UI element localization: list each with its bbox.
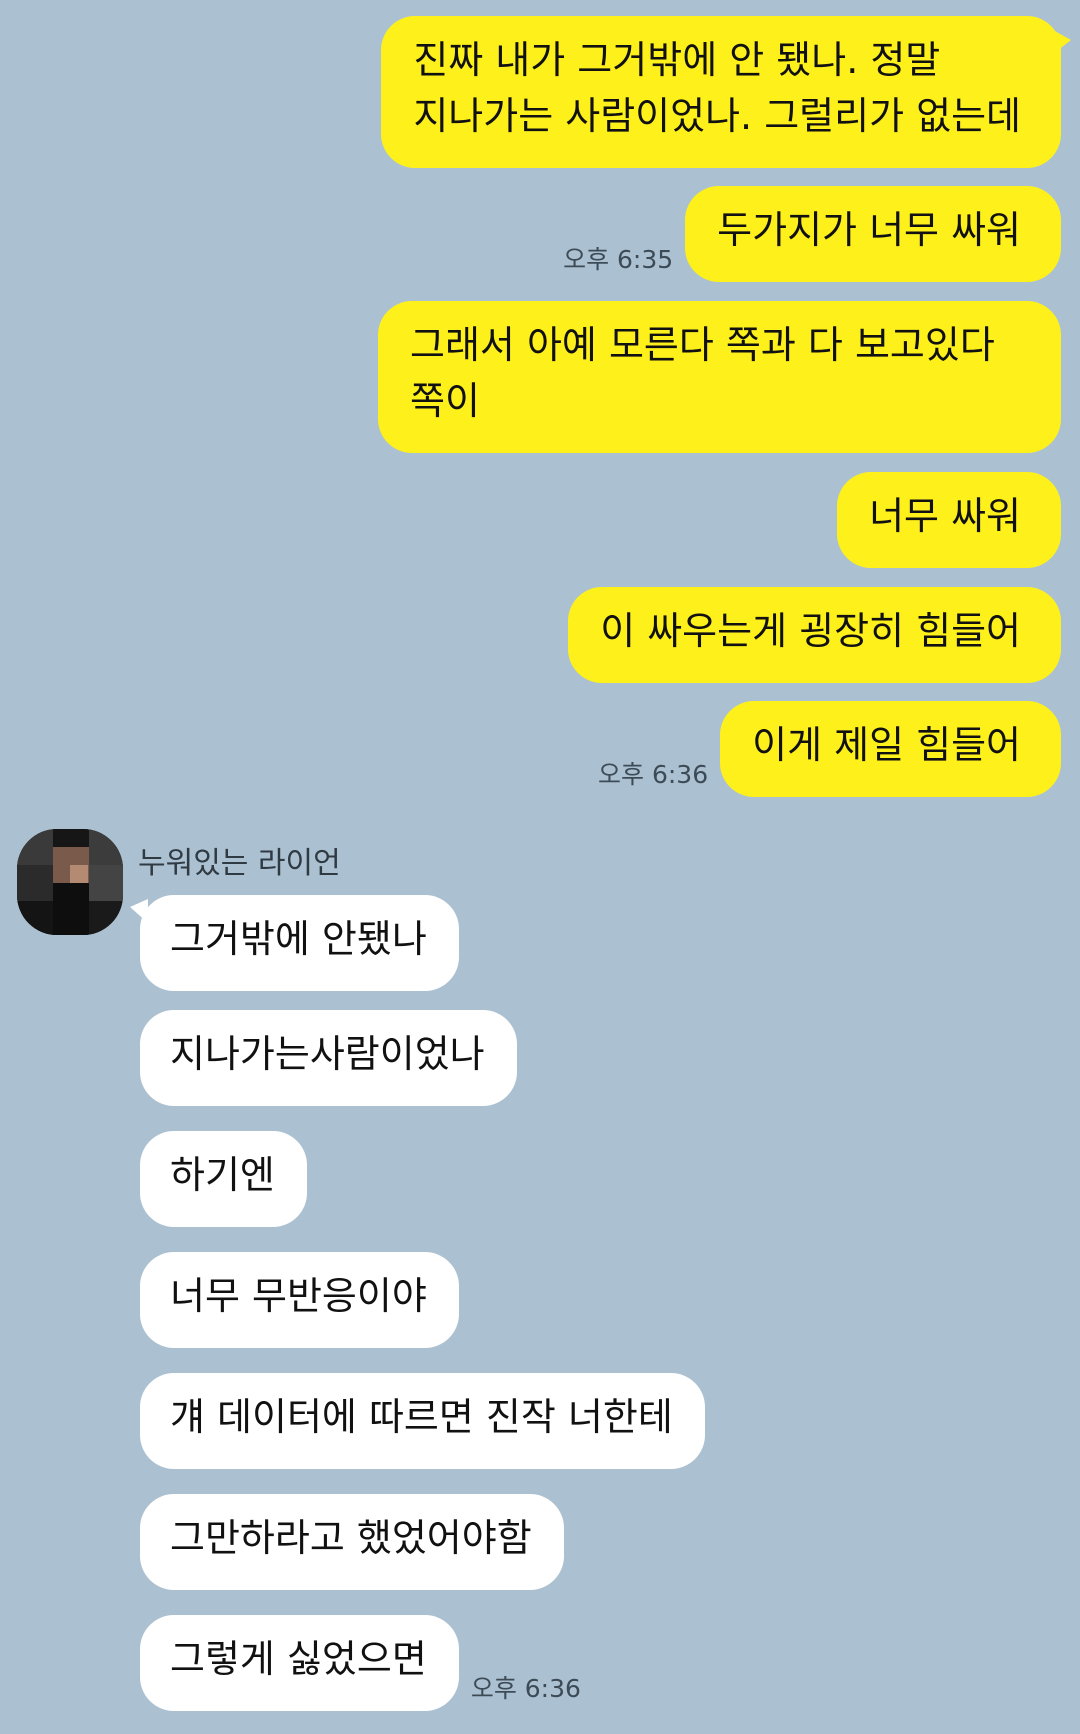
incoming-message-bubble[interactable]: 지나가는사람이었나	[140, 1010, 517, 1106]
incoming-message-row: 그거밖에 안됐나	[130, 895, 459, 991]
outgoing-message-row: 그래서 아예 모른다 쪽과 다 보고있다 쪽이	[378, 301, 1061, 453]
incoming-message-row: 걔 데이터에 따르면 진작 너한테	[140, 1373, 705, 1469]
incoming-message-bubble[interactable]: 그렇게 싫었으면	[140, 1615, 459, 1711]
outgoing-message-row: 너무 싸워	[837, 472, 1061, 568]
pixelated-profile-avatar-icon[interactable]	[17, 829, 123, 935]
incoming-message-row: 그만하라고 했었어야함	[140, 1494, 564, 1590]
outgoing-message-bubble[interactable]: 두가지가 너무 싸워	[685, 186, 1061, 282]
outgoing-message-bubble[interactable]: 이게 제일 힘들어	[720, 701, 1061, 797]
outgoing-message-bubble[interactable]: 진짜 내가 그거밖에 안 됐나. 정말 지나가는 사람이었나. 그럴리가 없는데	[381, 16, 1071, 168]
outgoing-message-bubble[interactable]: 이 싸우는게 굉장히 힘들어	[568, 587, 1061, 683]
incoming-message-bubble[interactable]: 너무 무반응이야	[140, 1252, 459, 1348]
incoming-message-bubble[interactable]: 하기엔	[140, 1131, 307, 1227]
outgoing-message-bubble[interactable]: 그래서 아예 모른다 쪽과 다 보고있다 쪽이	[378, 301, 1061, 453]
outgoing-message-row: 이 싸우는게 굉장히 힘들어	[568, 587, 1061, 683]
sender-name: 누워있는 라이언	[138, 846, 341, 881]
incoming-message-bubble[interactable]: 그거밖에 안됐나	[130, 895, 459, 991]
incoming-message-row: 지나가는사람이었나	[140, 1010, 517, 1106]
outgoing-message-row: 오후 6:36 이게 제일 힘들어	[586, 701, 1061, 797]
outgoing-message-row: 진짜 내가 그거밖에 안 됐나. 정말 지나가는 사람이었나. 그럴리가 없는데	[381, 16, 1071, 168]
outgoing-message-row: 오후 6:35 두가지가 너무 싸워	[551, 186, 1061, 282]
incoming-message-row: 하기엔	[140, 1131, 307, 1227]
incoming-message-bubble[interactable]: 그만하라고 했었어야함	[140, 1494, 564, 1590]
message-timestamp: 오후 6:36	[598, 760, 709, 789]
incoming-message-row: 그렇게 싫었으면 오후 6:36	[140, 1615, 593, 1711]
message-timestamp: 오후 6:35	[563, 245, 674, 274]
incoming-message-bubble[interactable]: 걔 데이터에 따르면 진작 너한테	[140, 1373, 705, 1469]
message-timestamp: 오후 6:36	[470, 1674, 581, 1703]
chat-area: 진짜 내가 그거밖에 안 됐나. 정말 지나가는 사람이었나. 그럴리가 없는데…	[0, 0, 1080, 1734]
incoming-message-row: 너무 무반응이야	[140, 1252, 459, 1348]
outgoing-message-bubble[interactable]: 너무 싸워	[837, 472, 1061, 568]
